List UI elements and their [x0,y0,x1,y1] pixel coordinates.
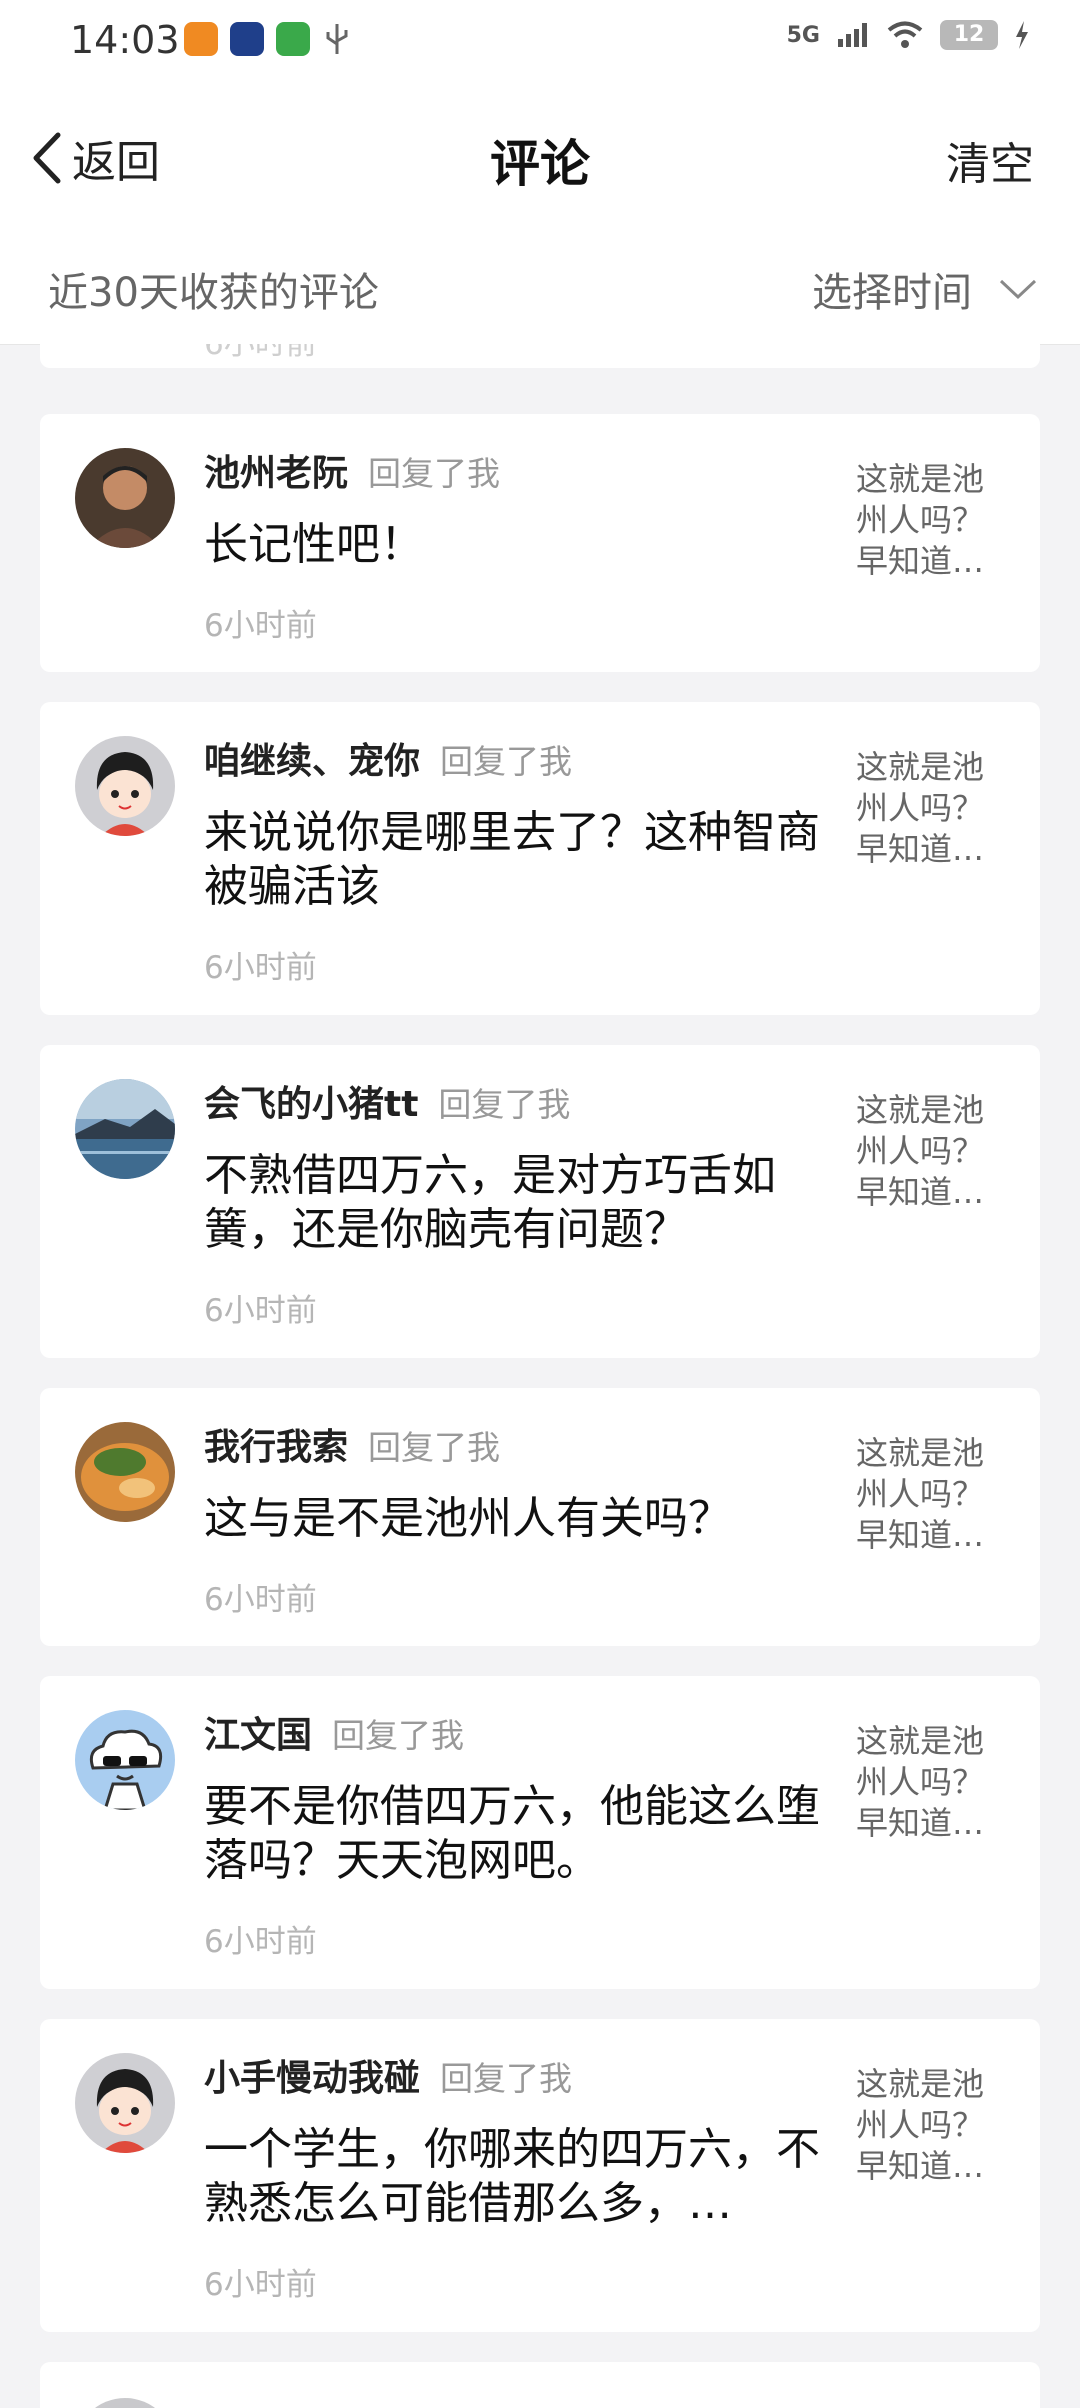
time-select-dropdown[interactable]: 选择时间 [812,260,1038,318]
time-select-label: 选择时间 [812,270,972,316]
reply-action: 回复了我 [440,2059,573,2098]
ref-line: 早知道… [856,2147,985,2185]
comment-list[interactable]: 6小时前 池州老阮 回复了我 长记性吧！ 6小时前 这就是池 州人吗？ 早知道… [40,344,1040,2408]
comment-card[interactable]: 池州老阮 回复了我 长记性吧！ 6小时前 这就是池 州人吗？ 早知道… [40,414,1040,672]
charging-icon [1016,21,1028,49]
app-58-icon [184,22,218,56]
ref-line: 这就是池 [856,1722,985,1760]
referenced-post[interactable]: 这就是池 州人吗？ 早知道… [856,747,1006,870]
comment-content: 江文国 回复了我 要不是你借四万六，他能这么堕落吗？天天泡网吧。 6小时前 [204,1706,844,1961]
comment-time: 6小时前 [204,2267,317,2303]
comment-time: 6小时前 [204,344,317,362]
avatar[interactable] [75,1422,175,1522]
nav-bar: 评论 返回 清空 [0,86,1080,230]
ref-line: 这就是池 [856,748,985,786]
comment-time: 6小时前 [204,950,317,986]
ref-line: 早知道… [856,1516,985,1554]
comment-content: 小手慢动我碰 回复了我 一个学生，你哪来的四万六，不熟悉怎么可能借那么多，… 6… [204,2049,844,2304]
comment-content: 我行我索 回复了我 这与是不是池州人有关吗？ 6小时前 [204,1418,844,1619]
app-news-icon [230,22,264,56]
ref-line: 这就是池 [856,1434,985,1472]
comment-text: 一个学生，你哪来的四万六，不熟悉怎么可能借那么多，… [204,2124,820,2229]
comment-time: 6小时前 [204,1924,317,1960]
ref-line: 这就是池 [856,1091,985,1129]
comment-time: 6小时前 [204,1582,317,1618]
avatar[interactable] [75,736,175,836]
username[interactable]: 会飞的小猪tt [204,1075,418,1127]
wifi-icon [887,21,923,48]
clear-button[interactable]: 清空 [946,128,1034,192]
username[interactable]: 池州老阮 [204,444,348,496]
username[interactable]: 我行我索 [204,1418,348,1470]
filter-bar: 近30天收获的评论 选择时间 [0,230,1080,345]
avatar[interactable] [75,1710,175,1810]
comment-content: 池州老阮 回复了我 长记性吧！ 6小时前 [204,444,844,645]
ref-line: 州人吗？ [856,1475,985,1513]
referenced-post[interactable]: 这就是池 州人吗？ 早知道… [856,2064,1006,2187]
ref-line: 早知道… [856,830,985,868]
username[interactable]: 小手慢动我碰 [204,2049,420,2101]
avatar[interactable] [75,2053,175,2153]
chevron-down-icon [999,279,1037,300]
comment-content: 会飞的小猪tt 回复了我 不熟借四万六，是对方巧舌如簧，还是你脑壳有问题？ 6小… [204,1075,844,1330]
ref-line: 州人吗？ [856,501,985,539]
referenced-post[interactable]: 这就是池 州人吗？ 早知道… [856,1090,1006,1213]
chevron-left-icon [33,132,61,184]
comment-text: 不熟借四万六，是对方巧舌如簧，还是你脑壳有问题？ [204,1150,776,1255]
status-time: 14:03 [70,18,180,62]
comment-card[interactable]: 我行我索 回复了我 这与是不是池州人有关吗？ 6小时前 这就是池 州人吗？ 早知… [40,1388,1040,1646]
notification-icons [184,22,352,56]
avatar[interactable] [75,2398,175,2408]
comment-text: 长记性吧！ [204,519,424,570]
ref-line: 州人吗？ [856,1763,985,1801]
comment-card-partial[interactable] [40,2362,1040,2408]
app-green-icon [276,22,310,56]
ref-line: 这就是池 [856,460,985,498]
comment-text: 要不是你借四万六，他能这么堕落吗？天天泡网吧。 [204,1781,820,1886]
comment-time: 6小时前 [204,608,317,644]
status-right: 5G 12 [787,20,1030,50]
avatar[interactable] [75,448,175,548]
comment-text: 来说说你是哪里去了？这种智商被骗活该 [204,807,820,912]
avatar[interactable] [75,1079,175,1179]
referenced-post[interactable]: 这就是池 州人吗？ 早知道… [856,1433,1006,1556]
reply-action: 回复了我 [368,454,501,493]
signal-icon [838,23,867,47]
comment-text: 这与是不是池州人有关吗？ [204,1493,732,1544]
status-bar: 14:03 5G 12 [0,0,1080,86]
comment-card[interactable]: 会飞的小猪tt 回复了我 不熟借四万六，是对方巧舌如簧，还是你脑壳有问题？ 6小… [40,1045,1040,1358]
referenced-post[interactable]: 这就是池 州人吗？ 早知道… [856,1721,1006,1844]
comment-card[interactable]: 江文国 回复了我 要不是你借四万六，他能这么堕落吗？天天泡网吧。 6小时前 这就… [40,1676,1040,1989]
ref-line: 州人吗？ [856,789,985,827]
comment-content: 咱继续、宠你 回复了我 来说说你是哪里去了？这种智商被骗活该 6小时前 [204,732,844,987]
ref-line: 早知道… [856,542,985,580]
page-title: 评论 [490,135,590,193]
ref-line: 这就是池 [856,2065,985,2103]
username[interactable]: 江文国 [204,1706,312,1758]
back-label: 返回 [72,137,160,188]
ref-line: 州人吗？ [856,1132,985,1170]
reply-action: 回复了我 [438,1085,571,1124]
reply-action: 回复了我 [368,1428,501,1467]
filter-label: 近30天收获的评论 [48,270,379,316]
comment-card[interactable]: 咱继续、宠你 回复了我 来说说你是哪里去了？这种智商被骗活该 6小时前 这就是池… [40,702,1040,1015]
ref-line: 州人吗？ [856,2106,985,2144]
comment-time: 6小时前 [204,1293,317,1329]
battery-indicator: 12 [940,20,998,50]
comment-card[interactable]: 小手慢动我碰 回复了我 一个学生，你哪来的四万六，不熟悉怎么可能借那么多，… 6… [40,2019,1040,2332]
comment-card-partial[interactable]: 6小时前 [40,344,1040,368]
network-type: 5G [786,22,820,48]
referenced-post[interactable]: 这就是池 州人吗？ 早知道… [856,459,1006,582]
back-button[interactable]: 返回 [30,126,160,190]
ref-line: 早知道… [856,1173,985,1211]
ref-line: 早知道… [856,1804,985,1842]
reply-action: 回复了我 [440,742,573,781]
reply-action: 回复了我 [332,1716,465,1755]
usb-icon [326,24,348,54]
username[interactable]: 咱继续、宠你 [204,732,420,784]
